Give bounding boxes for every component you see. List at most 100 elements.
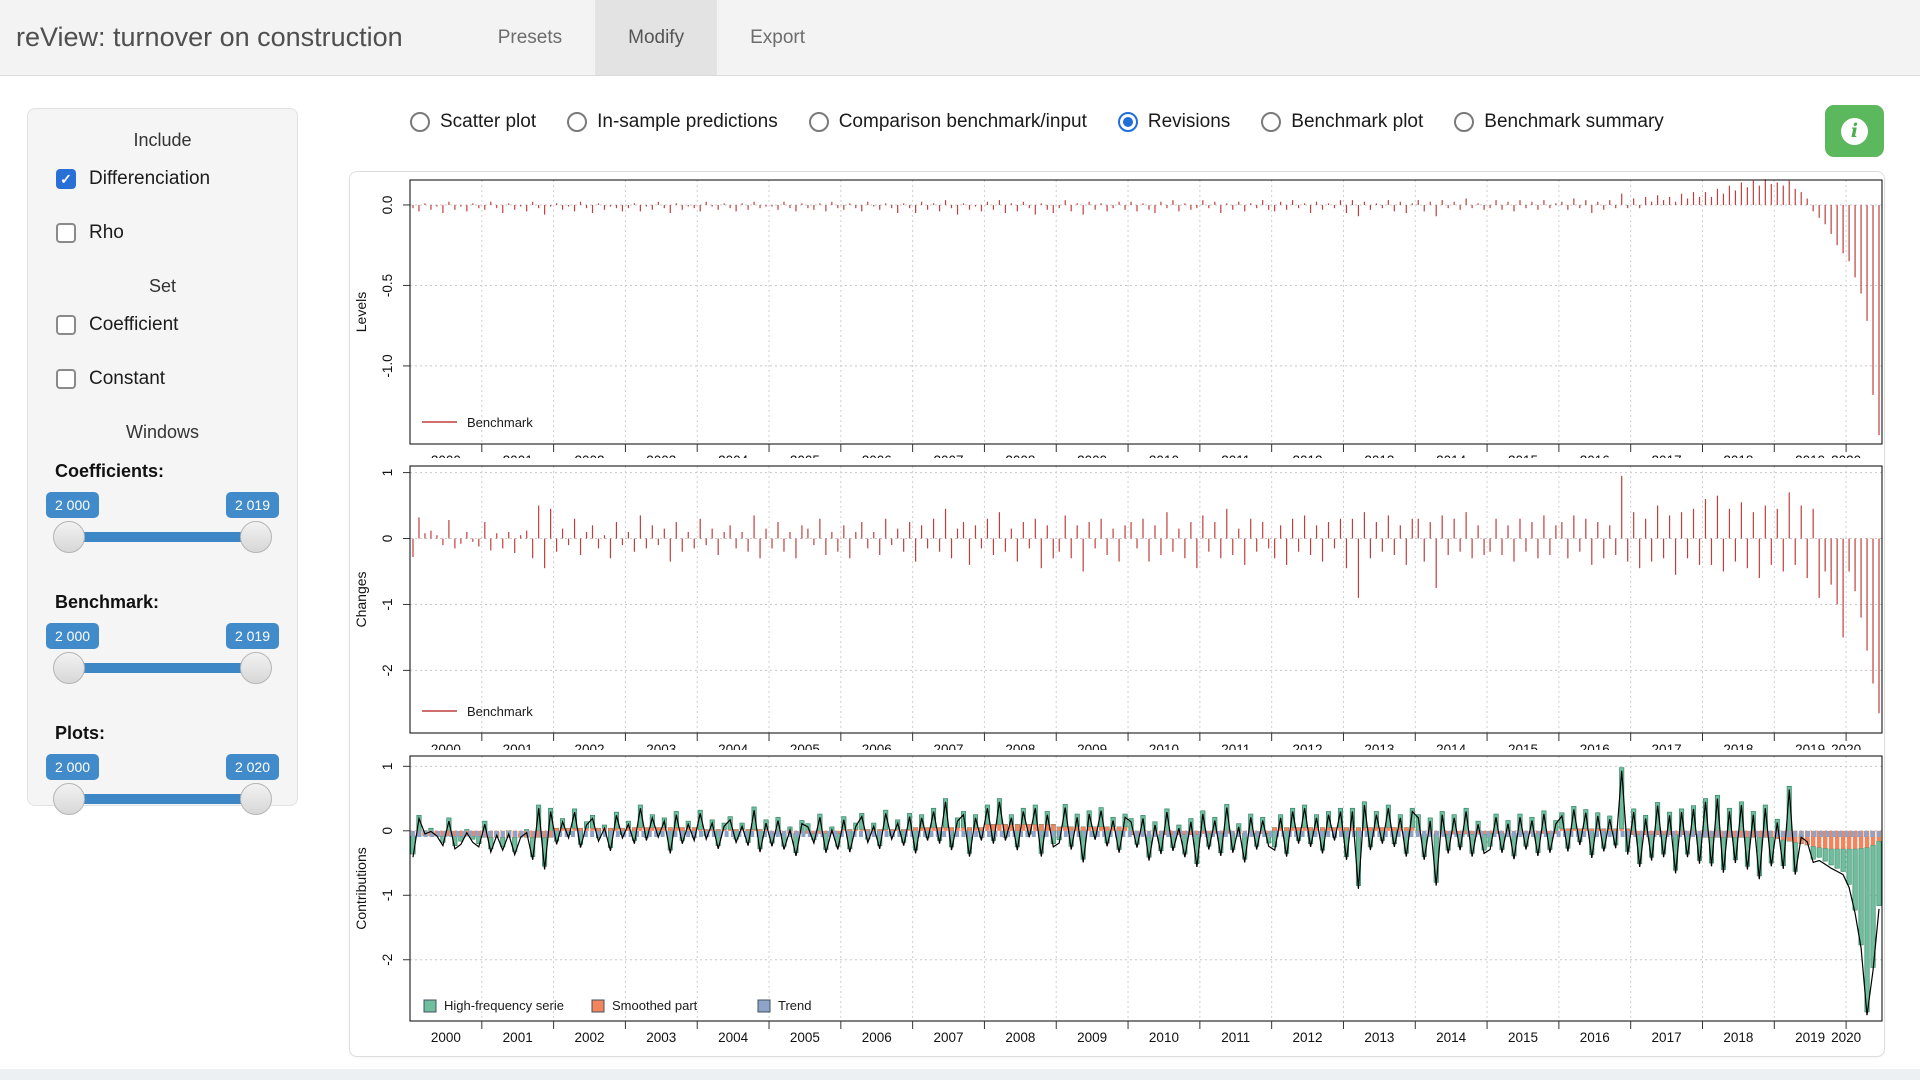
tab-presets[interactable]: Presets <box>465 0 595 75</box>
slider-handle-right[interactable] <box>240 783 272 815</box>
svg-text:2008: 2008 <box>1005 1030 1035 1045</box>
svg-text:2020: 2020 <box>1831 1030 1861 1045</box>
plot-type-radiogroup: Scatter plot In-sample predictions Compari… <box>410 107 1664 137</box>
svg-text:2003: 2003 <box>646 453 676 458</box>
radio-button-icon <box>1454 112 1474 132</box>
range-slider: 2 0002 020 <box>46 754 279 832</box>
svg-text:2012: 2012 <box>1293 742 1323 750</box>
checkbox-icon <box>56 223 76 243</box>
slider-value-to: 2 019 <box>226 623 279 649</box>
svg-text:2006: 2006 <box>862 1030 892 1045</box>
svg-text:2005: 2005 <box>790 1030 820 1045</box>
checkbox-label: Coefficient <box>89 314 178 336</box>
svg-text:0.0: 0.0 <box>380 196 395 215</box>
svg-text:2012: 2012 <box>1293 1030 1323 1045</box>
svg-text:2010: 2010 <box>1149 453 1179 458</box>
checkbox-coefficient[interactable]: Coefficient <box>56 313 297 337</box>
slider-coefficients: Coefficients:2 0002 019 <box>46 461 279 570</box>
svg-text:2018: 2018 <box>1723 742 1753 750</box>
header-tabs: PresetsModifyExport <box>465 0 838 75</box>
info-icon: i <box>1841 118 1868 145</box>
svg-text:2004: 2004 <box>718 742 749 750</box>
slider-handle-right[interactable] <box>240 521 272 553</box>
svg-text:2019: 2019 <box>1795 1030 1825 1045</box>
svg-text:2004: 2004 <box>718 1030 749 1045</box>
checkbox-label: Differenciation <box>89 168 210 190</box>
windows-heading: Windows <box>28 421 297 443</box>
slider-track[interactable] <box>60 663 265 673</box>
info-button[interactable]: i <box>1825 105 1884 157</box>
svg-text:2015: 2015 <box>1508 742 1538 750</box>
slider-value-to: 2 019 <box>226 492 279 518</box>
svg-text:2001: 2001 <box>503 1030 533 1045</box>
radio-button-icon <box>1118 112 1138 132</box>
tab-export[interactable]: Export <box>717 0 838 75</box>
svg-text:2010: 2010 <box>1149 1030 1179 1045</box>
svg-text:2011: 2011 <box>1221 453 1250 458</box>
checkbox-constant[interactable]: Constant <box>56 367 297 391</box>
svg-text:Trend: Trend <box>778 998 811 1013</box>
radio-benchmark-plot[interactable]: Benchmark plot <box>1261 111 1423 133</box>
svg-text:2020: 2020 <box>1831 742 1861 750</box>
slider-benchmark: Benchmark: 2 000 2 019 <box>46 592 279 701</box>
radio-revisions[interactable]: Revisions <box>1118 111 1230 133</box>
app-header: reView: turnover on construction Presets… <box>0 0 1920 76</box>
radio-label: Scatter plot <box>440 111 536 133</box>
svg-text:2001: 2001 <box>503 742 533 750</box>
svg-text:2007: 2007 <box>934 742 964 750</box>
svg-text:2000: 2000 <box>431 1030 461 1045</box>
set-checkbox-group: Coefficient Constant <box>28 313 297 391</box>
checkbox-label: Rho <box>89 222 124 244</box>
svg-text:2003: 2003 <box>646 1030 676 1045</box>
tab-modify[interactable]: Modify <box>595 0 717 75</box>
svg-text:2010: 2010 <box>1149 742 1179 750</box>
set-heading: Set <box>28 275 297 297</box>
svg-text:-1.0: -1.0 <box>380 354 395 377</box>
svg-text:-2: -2 <box>380 664 395 676</box>
svg-text:2015: 2015 <box>1508 1030 1538 1045</box>
checkbox-differenciation[interactable]: ✓ Differenciation <box>56 167 297 191</box>
svg-text:2014: 2014 <box>1436 742 1467 750</box>
svg-text:2000: 2000 <box>431 453 461 458</box>
svg-text:-2: -2 <box>380 954 395 966</box>
svg-text:2009: 2009 <box>1077 742 1107 750</box>
svg-text:2002: 2002 <box>574 742 604 750</box>
slider-value-to: 2 020 <box>226 754 279 780</box>
slider-value-from: 2 000 <box>46 492 99 518</box>
radio-benchmark-summary[interactable]: Benchmark summary <box>1454 111 1664 133</box>
svg-text:2012: 2012 <box>1293 453 1323 458</box>
slider-label: Benchmark: <box>55 592 279 613</box>
svg-text:2007: 2007 <box>934 453 964 458</box>
radio-label: Comparison benchmark/input <box>839 111 1087 133</box>
svg-text:-0.5: -0.5 <box>380 274 395 297</box>
check-icon: ✓ <box>60 172 72 186</box>
svg-text:2016: 2016 <box>1580 453 1610 458</box>
radio-in-sample-predictions[interactable]: In-sample predictions <box>567 111 778 133</box>
svg-text:Benchmark: Benchmark <box>467 704 533 719</box>
sidebar-panel: Include ✓DifferenciationRho Set Coeffici… <box>27 108 298 806</box>
slider-track[interactable] <box>60 794 265 804</box>
svg-text:1: 1 <box>380 469 395 477</box>
include-checkbox-group: ✓ Differenciation Rho <box>28 167 297 245</box>
slider-value-from: 2 000 <box>46 623 99 649</box>
radio-comparison-benchmark-input[interactable]: Comparison benchmark/input <box>809 111 1087 133</box>
slider-handle-left[interactable] <box>53 652 85 684</box>
radio-label: Revisions <box>1148 111 1230 133</box>
svg-text:2020: 2020 <box>1831 453 1861 458</box>
svg-text:Benchmark: Benchmark <box>467 415 533 430</box>
svg-text:2015: 2015 <box>1508 453 1538 458</box>
checkbox-rho[interactable]: Rho <box>56 221 297 245</box>
radio-button-icon <box>567 112 587 132</box>
svg-text:2001: 2001 <box>503 453 533 458</box>
radio-scatter-plot[interactable]: Scatter plot <box>410 111 536 133</box>
svg-text:2005: 2005 <box>790 742 820 750</box>
slider-label: Plots: <box>55 723 279 744</box>
svg-text:2006: 2006 <box>862 453 892 458</box>
slider-handle-left[interactable] <box>53 783 85 815</box>
slider-handle-right[interactable] <box>240 652 272 684</box>
svg-text:2000: 2000 <box>431 742 461 750</box>
slider-track[interactable] <box>60 532 265 542</box>
radio-button-icon <box>410 112 430 132</box>
changes-chart: Benchmark10-1-2Changes200020012002200320… <box>352 460 1884 750</box>
slider-handle-left[interactable] <box>53 521 85 553</box>
